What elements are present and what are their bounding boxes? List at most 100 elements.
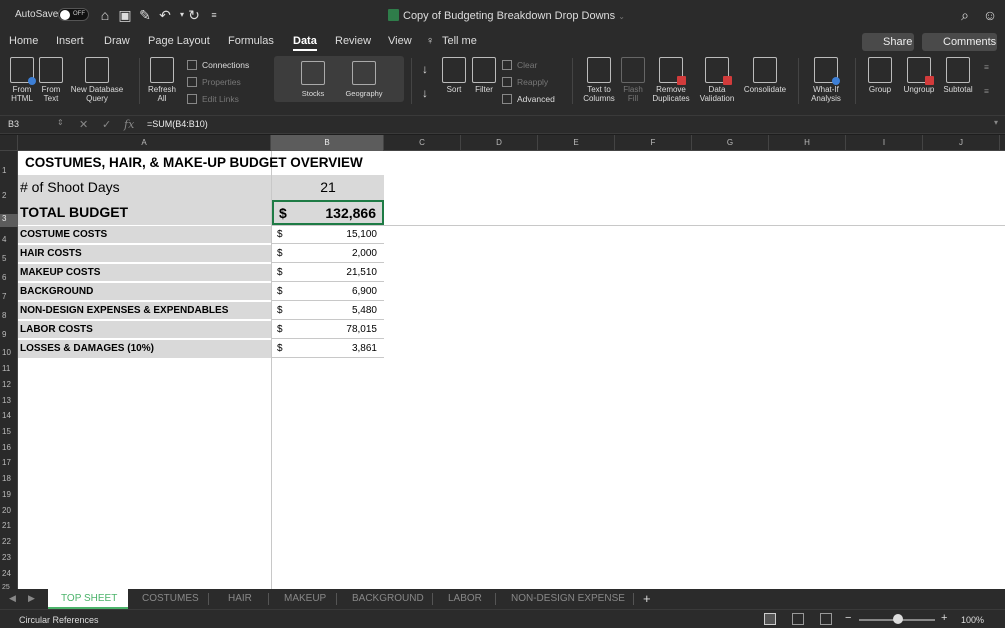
advanced-button[interactable]: Advanced	[502, 94, 555, 104]
column-header-h[interactable]: H	[769, 135, 846, 151]
column-header-e[interactable]: E	[538, 135, 615, 151]
flash-fill-button[interactable]: Flash Fill	[620, 57, 646, 103]
formula-input[interactable]: =SUM(B4:B10)	[147, 119, 208, 129]
sheet-tab-background[interactable]: BACKGROUND	[352, 593, 424, 604]
row-header[interactable]: 2	[0, 191, 18, 200]
text-to-columns-button[interactable]: Text to Columns	[580, 57, 618, 103]
properties-button[interactable]: Properties	[187, 77, 241, 87]
ungroup-button[interactable]: Ungroup	[901, 57, 937, 94]
normal-view-icon[interactable]	[764, 613, 776, 625]
sort-ascending-icon[interactable]: ↓	[422, 62, 428, 76]
tab-insert[interactable]: Insert	[56, 35, 84, 47]
geography-button[interactable]: Geography	[339, 61, 389, 98]
data-validation-button[interactable]: Data Validation	[696, 57, 738, 103]
spreadsheet-grid[interactable]: COSTUMES, HAIR, & MAKE-UP BUDGET OVERVIE…	[18, 151, 1005, 589]
line-label-cell[interactable]: LABOR COSTS	[18, 321, 271, 339]
filter-button[interactable]: Filter	[472, 57, 496, 94]
sort-button[interactable]: Sort	[442, 57, 466, 94]
row-header[interactable]: 1	[0, 166, 18, 175]
redo-icon[interactable]: ↻	[186, 7, 202, 23]
row-header[interactable]: 6	[0, 273, 18, 282]
subtotal-button[interactable]: Subtotal	[940, 57, 976, 94]
line-label-cell[interactable]: COSTUME COSTS	[18, 226, 271, 244]
shoot-days-value-cell[interactable]: 21	[272, 175, 384, 200]
stocks-button[interactable]: Stocks	[288, 61, 338, 98]
column-header-g[interactable]: G	[692, 135, 769, 151]
tab-review[interactable]: Review	[335, 35, 371, 47]
save-icon[interactable]: ▣	[117, 7, 133, 23]
row-header[interactable]: 23	[0, 553, 18, 562]
sheet-tab-top-sheet[interactable]: TOP SHEET	[61, 593, 117, 604]
row-header[interactable]: 14	[0, 411, 18, 420]
title-chevron-icon[interactable]: ⌄	[618, 12, 625, 21]
column-header-j[interactable]: J	[923, 135, 1000, 151]
row-header[interactable]: 11	[0, 364, 18, 373]
edit-icon[interactable]: ✎	[137, 7, 153, 23]
customize-toolbar-icon[interactable]: ≡	[206, 7, 222, 23]
row-header[interactable]: 10	[0, 348, 18, 357]
sort-descending-icon[interactable]: ↓	[422, 86, 428, 100]
from-html-button[interactable]: From HTML	[8, 57, 36, 103]
line-label-cell[interactable]: HAIR COSTS	[18, 245, 271, 263]
row-header[interactable]: 18	[0, 474, 18, 483]
line-label-cell[interactable]: MAKEUP COSTS	[18, 264, 271, 282]
column-header-d[interactable]: D	[461, 135, 538, 151]
select-all-corner[interactable]	[0, 135, 18, 151]
connections-button[interactable]: Connections	[187, 60, 249, 70]
sheet-tab-labor[interactable]: LABOR	[448, 593, 482, 604]
remove-duplicates-button[interactable]: Remove Duplicates	[650, 57, 692, 103]
name-box-stepper-icon[interactable]: ⇕	[57, 118, 64, 127]
tab-draw[interactable]: Draw	[104, 35, 130, 47]
sheet-title-cell[interactable]: COSTUMES, HAIR, & MAKE-UP BUDGET OVERVIE…	[18, 151, 384, 175]
row-header[interactable]: 21	[0, 521, 18, 530]
zoom-level[interactable]: 100%	[961, 615, 984, 625]
shoot-days-label-cell[interactable]: # of Shoot Days	[18, 175, 271, 200]
tab-home[interactable]: Home	[9, 35, 38, 47]
total-budget-value-cell[interactable]: $ 132,866	[272, 200, 384, 225]
line-value-cell[interactable]: $78,015	[272, 321, 384, 339]
zoom-in-button[interactable]: +	[941, 612, 947, 624]
expand-formula-bar-icon[interactable]: ▾	[994, 118, 998, 127]
sheet-tab-makeup[interactable]: MAKEUP	[284, 593, 326, 604]
row-header-selected[interactable]: 3	[0, 214, 18, 227]
line-value-cell[interactable]: $21,510	[272, 264, 384, 282]
row-header[interactable]: 24	[0, 569, 18, 578]
consolidate-button[interactable]: Consolidate	[742, 57, 788, 94]
row-header[interactable]: 22	[0, 537, 18, 546]
row-header[interactable]: 19	[0, 490, 18, 499]
line-label-cell[interactable]: NON-DESIGN EXPENSES & EXPENDABLES	[18, 302, 271, 320]
tab-formulas[interactable]: Formulas	[228, 35, 274, 47]
column-header-i[interactable]: I	[846, 135, 923, 151]
line-label-cell[interactable]: LOSSES & DAMAGES (10%)	[18, 340, 271, 358]
row-header[interactable]: 17	[0, 458, 18, 467]
add-sheet-button[interactable]: +	[643, 591, 651, 606]
line-label-cell[interactable]: BACKGROUND	[18, 283, 271, 301]
row-header[interactable]: 4	[0, 235, 18, 244]
column-header-a[interactable]: A	[18, 135, 271, 151]
reapply-button[interactable]: Reapply	[502, 77, 548, 87]
column-header-c[interactable]: C	[384, 135, 461, 151]
row-header[interactable]: 9	[0, 330, 18, 339]
row-header[interactable]: 5	[0, 254, 18, 263]
insert-function-icon[interactable]: fx	[124, 118, 134, 131]
what-if-analysis-button[interactable]: What-If Analysis	[806, 57, 846, 103]
zoom-slider-knob[interactable]	[893, 614, 903, 624]
sheet-tab-hair[interactable]: HAIR	[228, 593, 252, 604]
next-sheet-icon[interactable]: ▶	[28, 593, 35, 604]
total-budget-label-cell[interactable]: TOTAL BUDGET	[18, 200, 271, 225]
confirm-entry-icon[interactable]: ✓	[102, 118, 111, 131]
new-database-query-button[interactable]: New Database Query	[68, 57, 126, 103]
line-value-cell[interactable]: $3,861	[272, 340, 384, 358]
clear-button[interactable]: Clear	[502, 60, 537, 70]
tab-page-layout[interactable]: Page Layout	[148, 35, 210, 47]
zoom-out-button[interactable]: −	[845, 612, 851, 624]
row-header[interactable]: 16	[0, 443, 18, 452]
line-value-cell[interactable]: $15,100	[272, 226, 384, 244]
row-header[interactable]: 8	[0, 311, 18, 320]
refresh-all-button[interactable]: Refresh All	[146, 57, 178, 103]
tab-data[interactable]: Data	[293, 35, 317, 47]
group-button[interactable]: Group	[865, 57, 895, 94]
line-value-cell[interactable]: $5,480	[272, 302, 384, 320]
row-header[interactable]: 13	[0, 396, 18, 405]
row-header[interactable]: 7	[0, 292, 18, 301]
